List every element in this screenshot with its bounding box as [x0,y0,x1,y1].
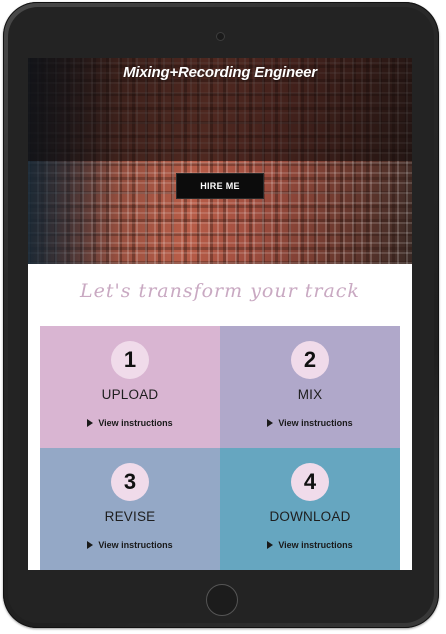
step-tile-mix: 2 MIX View instructions [220,326,400,448]
view-instructions-link[interactable]: View instructions [267,540,353,550]
step-tile-download: 4 DOWNLOAD View instructions [220,448,400,570]
step-number: 2 [291,341,329,379]
step-number: 4 [291,463,329,501]
step-tile-revise: 3 REVISE View instructions [40,448,220,570]
view-instructions-label: View instructions [98,540,173,550]
hire-me-button[interactable]: HIRE ME [176,173,264,199]
step-number: 1 [111,341,149,379]
step-label: UPLOAD [101,387,159,402]
step-number: 3 [111,463,149,501]
play-triangle-icon [267,541,274,549]
view-instructions-label: View instructions [98,418,173,428]
view-instructions-label: View instructions [278,540,353,550]
step-label: MIX [297,387,323,402]
step-label: REVISE [104,509,156,524]
site-title: Mixing+Recording Engineer [123,64,317,81]
play-triangle-icon [87,541,94,549]
view-instructions-label: View instructions [278,418,353,428]
view-instructions-link[interactable]: View instructions [87,540,173,550]
tagline: Let's transform your track [80,280,360,302]
step-label: DOWNLOAD [269,509,351,524]
view-instructions-link[interactable]: View instructions [87,418,173,428]
play-triangle-icon [267,419,274,427]
step-tile-upload: 1 UPLOAD View instructions [40,326,220,448]
hero-banner: Mixing+Recording Engineer HIRE ME [28,58,412,264]
home-button[interactable] [206,584,238,616]
camera-icon [216,32,225,41]
steps-grid: 1 UPLOAD View instructions 2 MIX View in… [40,326,400,570]
screen: Mixing+Recording Engineer HIRE ME Let's … [28,58,412,570]
play-triangle-icon [87,419,94,427]
view-instructions-link[interactable]: View instructions [267,418,353,428]
